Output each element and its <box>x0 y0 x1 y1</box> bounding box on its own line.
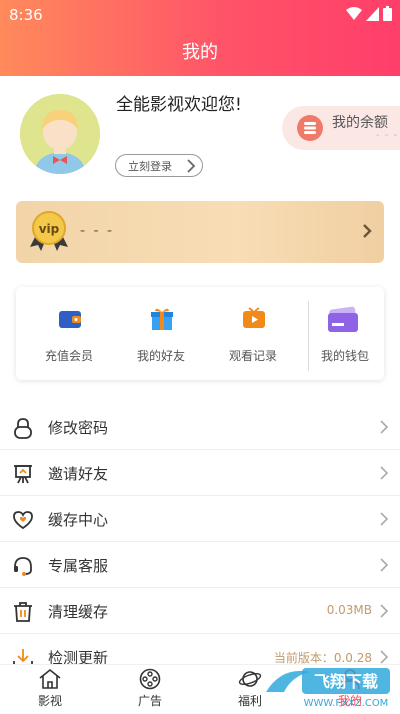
vip-banner[interactable]: vip - - - <box>16 201 384 263</box>
avatar-illustration <box>20 94 100 174</box>
wifi-icon <box>346 6 362 20</box>
watermark-url: WWW.FXXZ.COM <box>304 698 389 709</box>
wallet-icon <box>59 311 81 328</box>
menu-item-cache-center[interactable]: 缓存中心 <box>0 496 400 542</box>
grid-label: 观看记录 <box>228 349 277 363</box>
tab-label: 广告 <box>137 694 162 708</box>
menu-label: 缓存中心 <box>48 511 109 529</box>
status-icons <box>346 6 392 21</box>
welcome-text: 全能影视欢迎您! <box>116 95 242 115</box>
page-title: 我的 <box>182 42 218 63</box>
headset-icon <box>14 557 32 576</box>
grid-label: 我的好友 <box>136 349 185 363</box>
balance-card[interactable]: 我的余额 - - - <box>282 106 400 150</box>
menu-label: 修改密码 <box>48 419 109 437</box>
chevron-right-icon <box>380 420 389 434</box>
header-bar: 8:36 我的 <box>0 0 400 76</box>
login-label: 立刻登录 <box>128 159 172 173</box>
quick-actions-grid: 充值会员 我的好友 观看记录 我的钱包 <box>16 287 384 380</box>
status-time: 8:36 <box>9 6 43 24</box>
grid-label: 充值会员 <box>44 349 93 363</box>
grid-item-watch-history[interactable]: 观看记录 <box>208 287 298 380</box>
menu-label: 邀请好友 <box>48 465 109 483</box>
chevron-right-icon <box>380 604 389 618</box>
chevron-right-icon <box>363 224 372 238</box>
vip-badge-text: vip <box>39 222 60 236</box>
grid-label: 我的钱包 <box>320 349 369 363</box>
card-icon <box>328 306 358 332</box>
vip-badge-icon: vip <box>30 211 68 251</box>
menu-label: 清理缓存 <box>48 603 109 621</box>
cache-size-value: 0.03MB <box>326 603 372 617</box>
profile-section: 全能影视欢迎您! 立刻登录 我的余额 - - - <box>0 76 400 196</box>
signal-icon <box>366 6 379 21</box>
menu-item-clear-cache[interactable]: 清理缓存 0.03MB <box>0 588 400 634</box>
battery-icon <box>383 6 392 21</box>
menu-item-customer-service[interactable]: 专属客服 <box>0 542 400 588</box>
watermark-logo: 飞翔下载 WWW.FXXZ.COM <box>266 668 390 709</box>
planet-icon <box>238 671 262 687</box>
film-reel-icon <box>139 668 161 690</box>
tab-movies[interactable]: 影视 <box>0 665 100 713</box>
balance-value: - - - <box>376 130 399 141</box>
gift-icon <box>151 308 173 330</box>
coin-stack-icon <box>297 115 323 141</box>
avatar[interactable] <box>20 94 100 174</box>
balance-label: 我的余额 <box>332 115 388 131</box>
menu-item-change-password[interactable]: 修改密码 <box>0 404 400 450</box>
play-icon <box>243 307 265 328</box>
heart-icon <box>13 511 33 530</box>
grid-item-recharge-vip[interactable]: 充值会员 <box>24 287 114 380</box>
chevron-right-icon <box>380 512 389 526</box>
easel-icon <box>14 465 32 484</box>
home-icon <box>39 668 61 689</box>
settings-menu: 修改密码 邀请好友 缓存中心 专属客服 清理缓存 0.03MB 检测更新 当前版… <box>0 404 400 680</box>
tab-ads[interactable]: 广告 <box>100 665 200 713</box>
lock-icon <box>14 418 32 439</box>
login-button[interactable]: 立刻登录 <box>115 154 203 177</box>
chevron-right-icon <box>380 558 389 572</box>
chevron-right-icon <box>380 466 389 480</box>
tab-label: 影视 <box>37 694 62 708</box>
trash-icon <box>14 602 32 622</box>
chevron-right-icon <box>187 159 196 173</box>
menu-item-invite-friends[interactable]: 邀请好友 <box>0 450 400 496</box>
watermark-text: 飞翔下载 <box>314 672 378 691</box>
menu-label: 专属客服 <box>48 557 109 575</box>
grid-item-my-friends[interactable]: 我的好友 <box>116 287 206 380</box>
grid-item-my-wallet[interactable]: 我的钱包 <box>300 287 390 380</box>
watermark: 飞翔下载 WWW.FXXZ.COM <box>262 662 394 710</box>
vip-status-value: - - - <box>80 223 115 239</box>
